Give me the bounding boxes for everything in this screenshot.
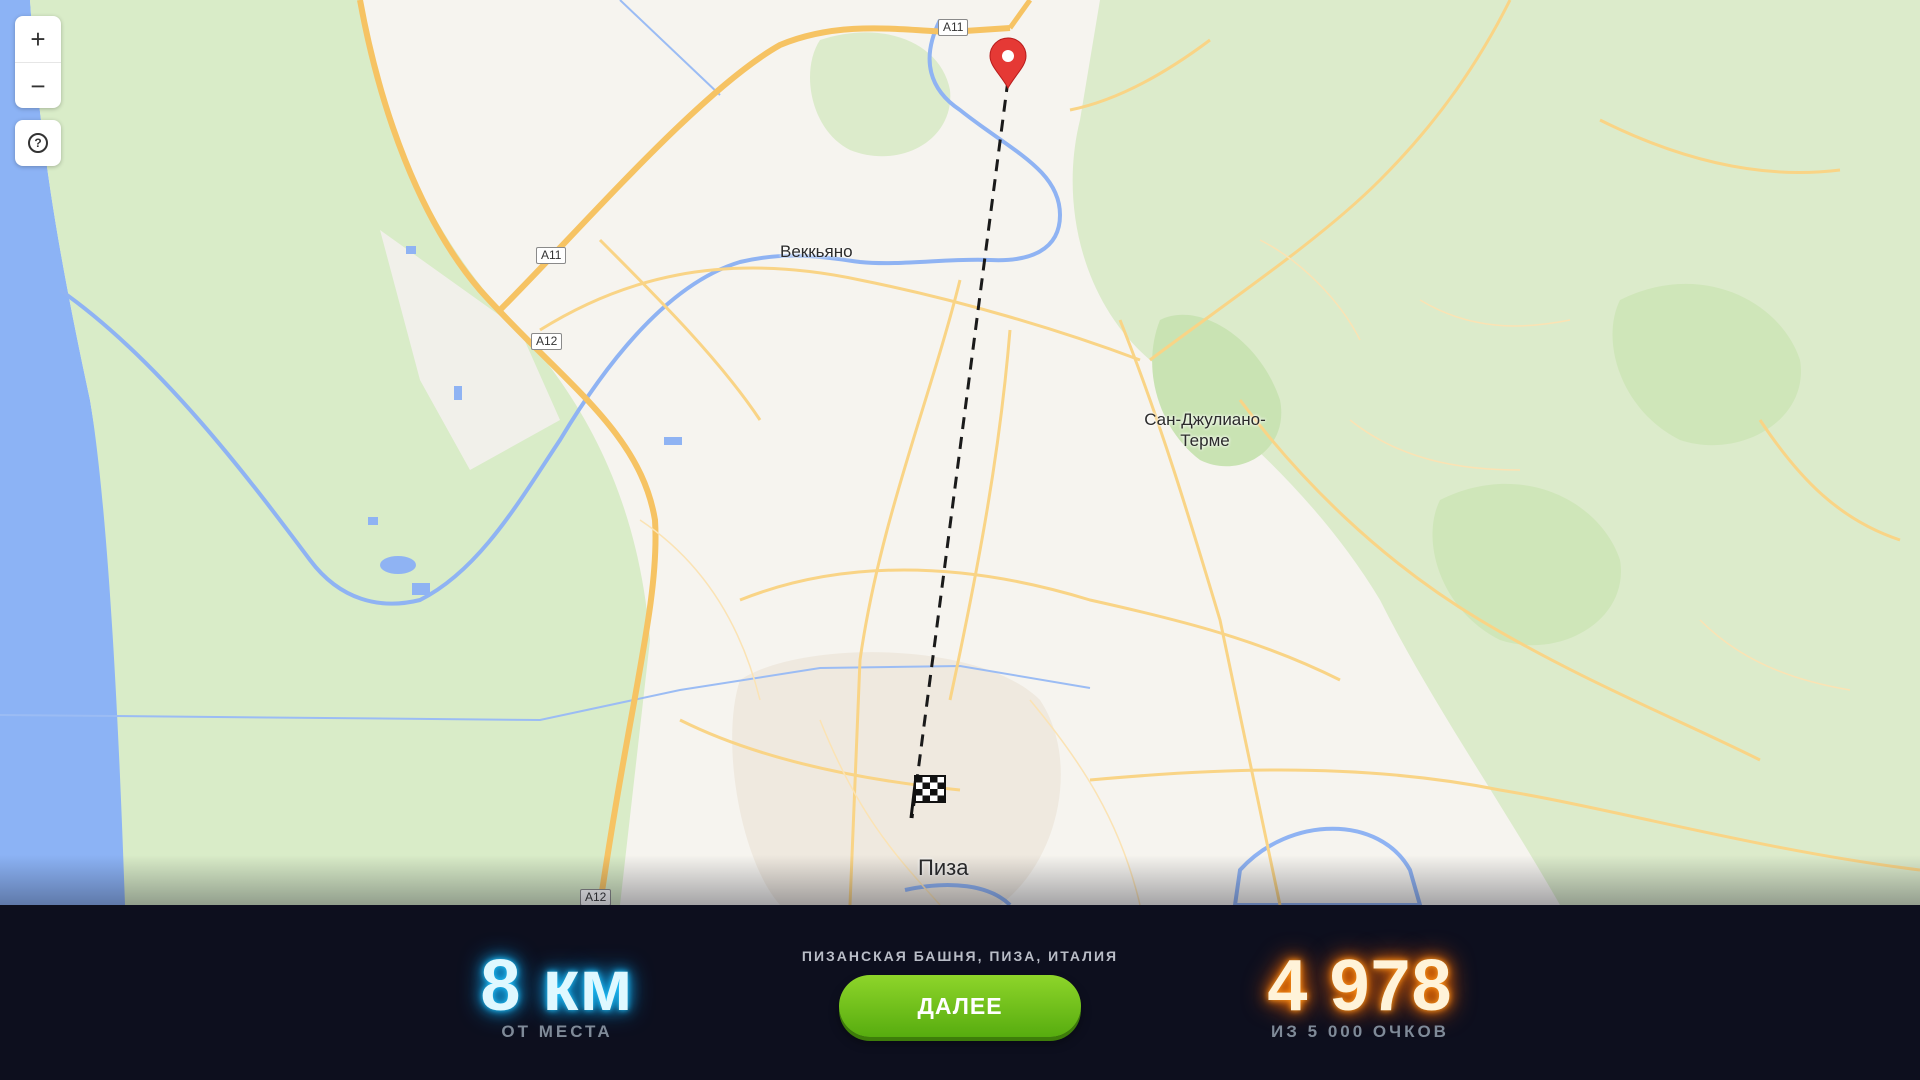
- road-shield-a12: A12: [580, 889, 612, 905]
- pond: [380, 556, 416, 574]
- road-shield-a11: A11: [536, 247, 567, 264]
- pond: [368, 517, 378, 525]
- town-label-san-giuliano-terme: Сан-Джулиано-Терме: [1144, 410, 1266, 450]
- zoom-in-button[interactable]: +: [15, 16, 61, 62]
- pond: [664, 437, 682, 445]
- town-label-vecchiano: Веккьяно: [780, 242, 853, 261]
- next-button[interactable]: ДАЛЕЕ: [839, 975, 1081, 1037]
- pond: [412, 583, 430, 595]
- score-stat: 4 978 ИЗ 5 000 ОЧКОВ: [1230, 946, 1490, 1042]
- map-view[interactable]: Веккьяно Сан-Джулиано-Терме Пиза A11 A11…: [0, 0, 1920, 905]
- urban-area: [732, 652, 1061, 905]
- location-name: ПИЗАНСКАЯ БАШНЯ, ПИЗА, ИТАЛИЯ: [801, 948, 1119, 964]
- help-icon: ?: [28, 133, 48, 153]
- score-value: 4 978: [1267, 946, 1453, 1026]
- map-canvas[interactable]: [0, 0, 1920, 905]
- pond: [406, 246, 416, 254]
- road-shield-a12: A12: [531, 333, 563, 350]
- zoom-control: + −: [15, 16, 61, 108]
- help-button[interactable]: ?: [15, 120, 61, 166]
- pond: [454, 386, 462, 400]
- distance-stat: 8 км ОТ МЕСТА: [457, 946, 657, 1042]
- distance-value: 8 км: [480, 946, 634, 1026]
- zoom-out-button[interactable]: −: [15, 62, 61, 109]
- city-label-pisa: Пиза: [918, 855, 969, 880]
- road-shield-a11: A11: [938, 19, 969, 36]
